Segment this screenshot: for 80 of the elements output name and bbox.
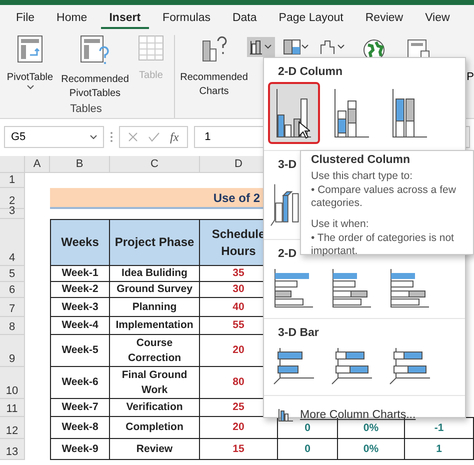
insert-function-button[interactable]: fx (170, 130, 179, 144)
recommended-charts-button[interactable]: Recommended Charts (181, 35, 247, 118)
name-box[interactable]: G5 (4, 126, 104, 148)
table-cell: Week-3 (50, 298, 110, 317)
table-cell: Review (110, 439, 200, 460)
ribbon-tab[interactable]: Home (48, 8, 96, 28)
group-label: Tables (70, 103, 102, 117)
table-cell: 0% (338, 439, 405, 460)
row-header[interactable]: 8 (0, 317, 25, 335)
table-cell: Course Correction (110, 335, 200, 367)
table-cell: Week-2 (50, 282, 110, 298)
column-chart-icon (332, 87, 372, 139)
row-header[interactable]: 9 (0, 335, 25, 367)
section-heading: 2-D Column (277, 65, 343, 80)
caret-icon (90, 134, 97, 140)
row-header[interactable]: 1 (0, 173, 25, 188)
3d-bar-chart-icon (272, 346, 316, 386)
tooltip-title: Clustered Column (311, 154, 412, 166)
table-cell: Idea Buliding (110, 266, 200, 282)
check-icon[interactable] (148, 132, 160, 142)
row-header[interactable]: 10 (0, 367, 25, 399)
tooltip-text: Use this chart type to: (311, 170, 414, 183)
ribbon-tab[interactable]: Data (224, 8, 265, 28)
table-cell: Week-6 (50, 367, 110, 399)
column-chart-button[interactable] (247, 37, 275, 57)
tooltip-text: • Compare values across a few categories. (311, 184, 457, 210)
column-heading: Project Phase (110, 219, 200, 266)
mouse-pointer-icon (298, 121, 310, 139)
column-header[interactable]: C (110, 156, 200, 173)
bar-chart-icon (273, 267, 315, 309)
row-header[interactable]: 13 (0, 439, 25, 460)
table-cell: Week-1 (50, 266, 110, 282)
3d-bar-chart-icon (330, 346, 374, 386)
section-heading: 2-D (277, 247, 297, 262)
recommended-pivot-icon (80, 35, 110, 65)
ribbon-label: P (466, 70, 474, 85)
ribbon-tab[interactable]: Page Layout (270, 8, 352, 28)
table-cell: Week-5 (50, 335, 110, 367)
table-cell: Verification (110, 399, 200, 417)
section-heading: 3-D Bar (277, 326, 319, 341)
pivot-table-icon (17, 35, 43, 63)
bar-chart-icon (331, 267, 373, 309)
row-header[interactable]: 4 (0, 219, 25, 266)
table-cell: Ground Survey (110, 282, 200, 298)
table-cell: Week-7 (50, 399, 110, 417)
column-heading: Weeks (50, 219, 110, 266)
table-cell: Week-8 (50, 417, 110, 439)
table-cell: Final Ground Work (110, 367, 200, 399)
bar-chart-icon (389, 267, 431, 309)
ribbon-tab[interactable]: Insert (101, 8, 149, 28)
3d-bar-chart-icon (388, 346, 432, 386)
ribbon-tab[interactable]: View (417, 8, 458, 28)
ribbon-command[interactable]: Recommended PivotTables (58, 35, 132, 101)
row-header[interactable]: 12 (0, 417, 25, 439)
ribbon-command[interactable]: PivotTable (4, 35, 56, 90)
row-header[interactable]: 5 (0, 266, 25, 282)
table-cell: Implementation (110, 317, 200, 335)
table-cell: 15 (200, 439, 278, 460)
ribbon-tab[interactable]: Review (357, 8, 412, 28)
section-heading: 3-D (277, 158, 297, 173)
column-header[interactable]: A (25, 156, 50, 173)
table-cell: Completion (110, 417, 200, 439)
table-cell: Week-9 (50, 439, 110, 460)
ribbon-tab[interactable]: File (8, 8, 43, 28)
more-icon (110, 131, 113, 143)
chart-type-option[interactable] (268, 82, 320, 144)
tooltip-text: Use it when: (311, 218, 370, 231)
row-header[interactable]: 11 (0, 399, 25, 417)
table-cell: 20 (200, 417, 278, 439)
row-header[interactable]: 7 (0, 298, 25, 317)
tooltip-text: • The order of categories is not important. (311, 232, 455, 258)
row-header[interactable]: 6 (0, 282, 25, 298)
table-cell: 0 (278, 439, 338, 460)
column-chart-icon (390, 87, 430, 139)
ribbon-tab[interactable]: Formulas (154, 8, 218, 28)
table-cell: Week-4 (50, 317, 110, 335)
table-cell: 1 (405, 439, 474, 460)
table-icon (138, 35, 164, 61)
column-header[interactable]: B (50, 156, 110, 173)
table-cell: Planning (110, 298, 200, 317)
